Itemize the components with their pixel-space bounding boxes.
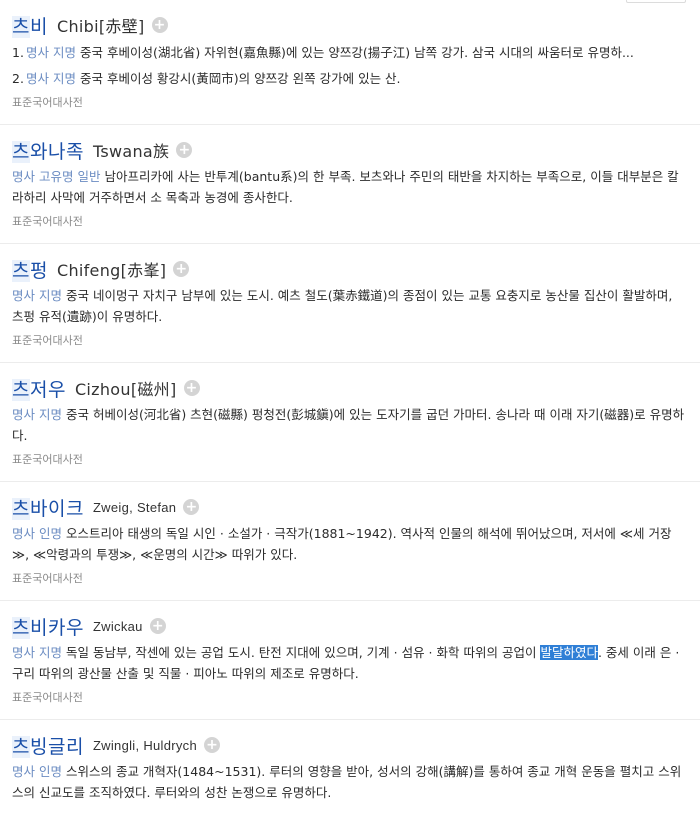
headword-link[interactable]: 츠비 (12, 12, 48, 39)
entry-title: 츠빙글리 Zwingli, Huldrych + (12, 732, 686, 758)
origin-word: Chifeng[赤峯] (56, 261, 167, 280)
dictionary-entry: 츠펑 Chifeng[赤峯] + 명사 지명 중국 네이멍구 자치구 남부에 있는… (0, 244, 700, 363)
definition-text: 오스트리아 태생의 독일 시인 · 소설가 · 극작가(1881~1942). … (12, 526, 672, 562)
plus-circle-icon[interactable]: + (183, 380, 200, 396)
headword-link[interactable]: 츠비카우 (12, 613, 84, 640)
definition: 명사 지명 중국 네이멍구 자치구 남부에 있는 도시. 예츠 철도(葉赤鐵道)의… (12, 285, 686, 327)
search-results-list: 츠비 Chibi[赤壁] + 1. 명사 지명 중국 후베이성(湖北省) 자위현(… (0, 0, 700, 817)
plus-circle-icon[interactable]: + (151, 17, 168, 33)
origin-word: Zwickau (92, 618, 143, 634)
entry-title: 츠저우 Cizhou[磁州] + (12, 375, 686, 401)
dictionary-source[interactable]: 표준국어대사전 (12, 94, 686, 110)
dictionary-entry: 츠저우 Cizhou[磁州] + 명사 지명 중국 허베이성(河北省) 츠현(磁縣… (0, 363, 700, 482)
definition: 명사 인명 오스트리아 태생의 독일 시인 · 소설가 · 극작가(1881~19… (12, 523, 686, 565)
dictionary-source[interactable]: 표준국어대사전 (12, 213, 686, 229)
headword-rest: 비 (29, 15, 48, 38)
definition-text: 중국 네이멍구 자치구 남부에 있는 도시. 예츠 철도(葉赤鐵道)의 종점이 … (12, 288, 673, 324)
headword-link[interactable]: 츠바이크 (12, 494, 84, 521)
origin-word: Tswana族 (92, 142, 170, 161)
definition-list: 1. 명사 지명 중국 후베이성(湖北省) 자위현(嘉魚縣)에 있는 양쯔강(揚子… (12, 42, 686, 89)
plus-circle-icon[interactable]: + (173, 261, 190, 277)
origin-word: Zwingli, Huldrych (92, 737, 198, 753)
origin-word: Chibi[赤壁] (56, 17, 145, 36)
definition: 명사 지명 중국 허베이성(河北省) 츠현(磁縣) 펑청전(彭城鎭)에 있는 도자… (12, 404, 686, 446)
entry-title: 츠펑 Chifeng[赤峯] + (12, 256, 686, 282)
definition-text: 스위스의 종교 개혁자(1484~1531). 루터의 영향을 받아, 성서의 … (12, 764, 682, 800)
headword-link[interactable]: 츠저우 (12, 375, 66, 402)
plus-circle-icon[interactable]: + (204, 737, 221, 753)
definition-number: 1. (12, 45, 24, 60)
dictionary-source[interactable]: 표준국어대사전 (12, 689, 686, 705)
dictionary-source[interactable]: 표준국어대사전 (12, 332, 686, 348)
dictionary-entry: 츠비카우 Zwickau + 명사 지명 독일 동남부, 작센에 있는 공업 도시… (0, 601, 700, 720)
selected-text[interactable]: 발달하였다 (540, 645, 598, 660)
definition: 명사 고유명 일반 남아프리카에 사는 반투계(bantu系)의 한 부족. 보츠… (12, 166, 686, 208)
definition-item: 2. 명사 지명 중국 후베이성 황강시(黃岡市)의 양쯔강 왼쪽 강가에 있는 … (12, 68, 686, 89)
headword-link[interactable]: 츠빙글리 (12, 732, 84, 759)
dictionary-entry: 츠비 Chibi[赤壁] + 1. 명사 지명 중국 후베이성(湖北省) 자위현(… (0, 0, 700, 125)
definition-text: 중국 후베이성(湖北省) 자위현(嘉魚縣)에 있는 양쯔강(揚子江) 남쪽 강가… (79, 45, 634, 60)
part-of-speech: 명사 인명 (12, 764, 62, 779)
definition-number: 2. (12, 71, 24, 86)
part-of-speech: 명사 지명 (26, 45, 76, 60)
definition: 명사 지명 독일 동남부, 작센에 있는 공업 도시. 탄전 지대에 있으며, 기… (12, 642, 686, 684)
part-of-speech: 명사 지명 (12, 288, 62, 303)
entry-title: 츠비 Chibi[赤壁] + (12, 12, 686, 38)
dictionary-source[interactable]: 표준국어대사전 (12, 451, 686, 467)
definition-text: 독일 동남부, 작센에 있는 공업 도시. 탄전 지대에 있으며, 기계 · 섬… (65, 645, 541, 660)
definition-text: 중국 후베이성 황강시(黃岡市)의 양쯔강 왼쪽 강가에 있는 산. (79, 71, 401, 86)
entry-title: 츠와나족 Tswana族 + (12, 137, 686, 163)
plus-circle-icon[interactable]: + (176, 142, 193, 158)
dictionary-entry: 츠빙글리 Zwingli, Huldrych + 명사 인명 스위스의 종교 개혁… (0, 720, 700, 817)
dictionary-entry: 츠와나족 Tswana族 + 명사 고유명 일반 남아프리카에 사는 반투계(ba… (0, 125, 700, 244)
headword-link[interactable]: 츠펑 (12, 256, 48, 283)
part-of-speech: 명사 지명 (12, 407, 62, 422)
entry-title: 츠바이크 Zweig, Stefan + (12, 494, 686, 520)
part-of-speech: 명사 지명 (12, 645, 62, 660)
part-of-speech: 명사 지명 (26, 71, 76, 86)
definition: 명사 인명 스위스의 종교 개혁자(1484~1531). 루터의 영향을 받아,… (12, 761, 686, 803)
dictionary-entry: 츠바이크 Zweig, Stefan + 명사 인명 오스트리아 태생의 독일 시… (0, 482, 700, 601)
definition-text: 중국 허베이성(河北省) 츠현(磁縣) 펑청전(彭城鎭)에 있는 도자기를 굽던… (12, 407, 685, 443)
entry-title: 츠비카우 Zwickau + (12, 613, 686, 639)
definition-text: 남아프리카에 사는 반투계(bantu系)의 한 부족. 보츠와나 주민의 태반… (12, 169, 679, 205)
plus-circle-icon[interactable]: + (183, 499, 200, 515)
part-of-speech: 명사 인명 (12, 526, 62, 541)
origin-word: Zweig, Stefan (92, 499, 177, 515)
headword-link[interactable]: 츠와나족 (12, 137, 84, 164)
origin-word: Cizhou[磁州] (74, 380, 177, 399)
part-of-speech: 명사 고유명 일반 (12, 169, 101, 184)
dictionary-source[interactable]: 표준국어대사전 (12, 570, 686, 586)
plus-circle-icon[interactable]: + (149, 618, 166, 634)
definition-item: 1. 명사 지명 중국 후베이성(湖北省) 자위현(嘉魚縣)에 있는 양쯔강(揚子… (12, 42, 686, 63)
